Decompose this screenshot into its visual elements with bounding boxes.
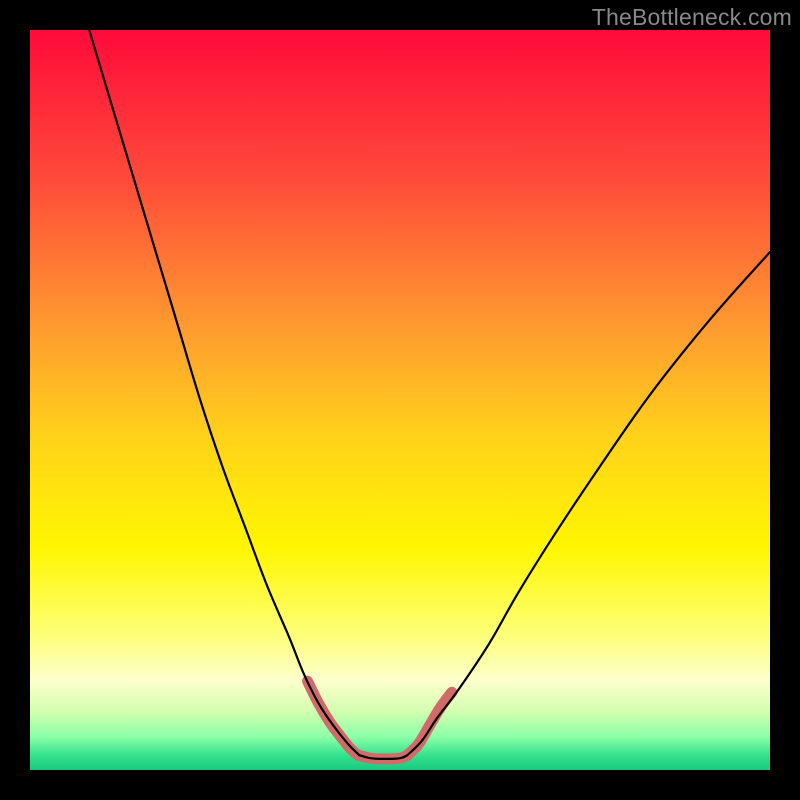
plot-area (30, 30, 770, 770)
chart-frame: TheBottleneck.com (0, 0, 800, 800)
gradient-background (30, 30, 770, 770)
watermark-text: TheBottleneck.com (592, 4, 792, 31)
chart-svg (30, 30, 770, 770)
